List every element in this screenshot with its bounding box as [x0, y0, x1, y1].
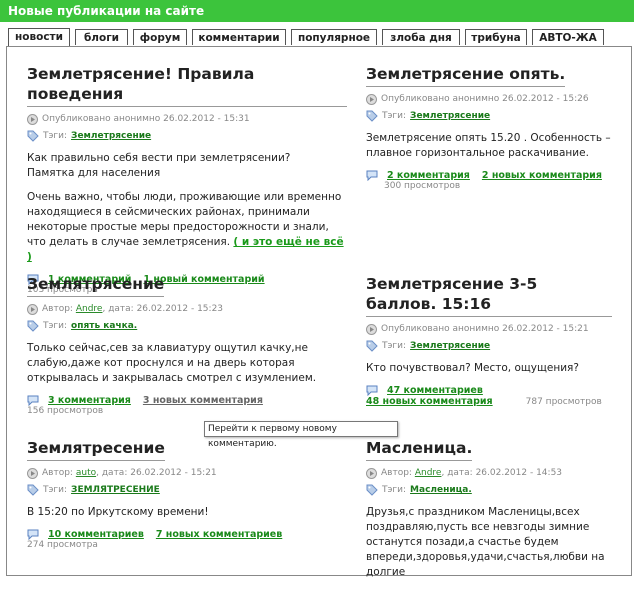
tab-topical[interactable]: злоба дня [382, 29, 460, 45]
comment-icon [27, 529, 39, 540]
views-count: 274 просмотра [27, 540, 98, 550]
post-body: Кто почувствовал? Место, ощущения? [366, 362, 579, 374]
comment-icon [366, 170, 378, 181]
post-tags: Тэги: Масленица. [366, 483, 616, 497]
tag-link[interactable]: Землетрясение [71, 129, 151, 143]
post-card: Землетрясение 3-5 баллов. 15:16 Опублико… [366, 274, 616, 407]
comment-icon [366, 385, 378, 396]
post-links: 10 комментариев 7 новых комментариев 274… [27, 529, 347, 550]
clock-icon [366, 467, 377, 479]
views-count: 156 просмотров [27, 406, 104, 416]
section-header: Новые публикации на сайте [0, 0, 634, 22]
post-card: Землятресение Автор: auto, дата: 26.02.2… [27, 438, 347, 550]
post-meta: Автор: Andre, дата: 26.02.2012 - 14:53 [366, 466, 616, 480]
post-card: Землетрясение! Правила поведения Опублик… [27, 64, 347, 295]
post-meta: Автор: Andre, дата: 26.02.2012 - 15:23 [27, 302, 347, 316]
comments-link[interactable]: 47 комментариев [387, 385, 483, 396]
tag-icon [366, 340, 378, 352]
tag-icon [27, 484, 39, 496]
author-link[interactable]: auto [76, 466, 96, 480]
tag-link[interactable]: Землетрясение [410, 339, 490, 353]
post-tags: Тэги: опять качка. [27, 319, 347, 333]
clock-icon [27, 303, 38, 315]
post-links: 2 комментария 2 новых комментария 300 пр… [366, 170, 616, 191]
tab-comments[interactable]: комментарии [192, 29, 286, 45]
tag-icon [366, 484, 378, 496]
author-link[interactable]: Andre [415, 466, 442, 480]
tooltip: Перейти к первому новому комментарию. [204, 421, 398, 449]
post-card: Масленица. Автор: Andre, дата: 26.02.201… [366, 438, 616, 589]
tab-blogs[interactable]: блоги [75, 29, 128, 45]
views-count: 300 просмотров [384, 181, 461, 191]
post-title[interactable]: Землятресение [27, 438, 165, 461]
post-title[interactable]: Масленица. [366, 438, 473, 461]
post-title[interactable]: Землетрясение опять. [366, 64, 566, 87]
tag-icon [27, 320, 39, 332]
tag-icon [27, 130, 39, 142]
tag-link[interactable]: Масленица. [410, 483, 472, 497]
tab-news[interactable]: новости [8, 28, 70, 46]
comments-link[interactable]: 10 комментариев [48, 529, 144, 540]
post-card: Землетрясение опять. Опубликовано аноним… [366, 64, 616, 191]
post-body: Только сейчас,сев за клавиатуру ощутил к… [27, 342, 317, 384]
post-meta: Опубликовано анонимно 26.02.2012 - 15:26 [366, 92, 616, 106]
tag-link[interactable]: Землетрясение [410, 109, 490, 123]
section-title: Новые публикации на сайте [8, 4, 205, 18]
post-title[interactable]: Землетрясение! Правила поведения [27, 64, 347, 107]
comments-link[interactable]: 3 комментария [48, 395, 131, 406]
tab-tribune[interactable]: трибуна [465, 29, 527, 45]
clock-icon [27, 467, 38, 479]
post-meta: Опубликовано анонимно 26.02.2012 - 15:31 [27, 112, 347, 126]
post-tags: Тэги: ЗЕМЛЯТРЕСЕНИЕ [27, 483, 347, 497]
post-card: Землятрясение Автор: Andre, дата: 26.02.… [27, 274, 347, 416]
clock-icon [27, 113, 38, 125]
post-body: Друзья,с праздником Масленицы,всех поздр… [366, 506, 605, 578]
tab-popular[interactable]: популярное [291, 29, 377, 45]
new-comments-link[interactable]: 7 новых комментариев [156, 529, 282, 540]
new-comments-link[interactable]: 2 новых комментария [482, 170, 602, 181]
new-comments-link[interactable]: 48 новых комментария [366, 396, 493, 407]
post-body: Землетрясение опять 15.20 . Особенность … [366, 132, 611, 159]
comments-link[interactable]: 2 комментария [387, 170, 470, 181]
tag-icon [366, 110, 378, 122]
views-count: 787 просмотров [525, 396, 602, 407]
post-title[interactable]: Землетрясение 3-5 баллов. 15:16 [366, 274, 612, 317]
tag-link[interactable]: ЗЕМЛЯТРЕСЕНИЕ [71, 483, 160, 497]
author-link[interactable]: Andre [76, 302, 103, 316]
tag-link[interactable]: опять качка. [71, 319, 137, 333]
tab-auto-zha[interactable]: АВТО-ЖА [532, 29, 604, 45]
post-tags: Тэги: Землетрясение [27, 129, 347, 143]
clock-icon [366, 323, 377, 335]
post-meta: Автор: auto, дата: 26.02.2012 - 15:21 [27, 466, 347, 480]
clock-icon [366, 93, 377, 105]
comment-icon [27, 395, 39, 406]
post-body: В 15:20 по Иркутскому времени! [27, 506, 209, 518]
post-tags: Тэги: Землетрясение [366, 339, 616, 353]
post-links: 47 комментариев 48 новых комментария 787… [366, 385, 616, 407]
post-meta: Опубликовано анонимно 26.02.2012 - 15:21 [366, 322, 616, 336]
post-tags: Тэги: Землетрясение [366, 109, 616, 123]
tab-forum[interactable]: форум [133, 29, 187, 45]
post-body: Как правильно себя вести при землетрясен… [27, 152, 344, 263]
new-comments-link[interactable]: 3 новых комментария [143, 395, 263, 406]
post-title[interactable]: Землятрясение [27, 274, 165, 297]
post-links: 3 комментария 3 новых комментария 156 пр… [27, 395, 347, 416]
